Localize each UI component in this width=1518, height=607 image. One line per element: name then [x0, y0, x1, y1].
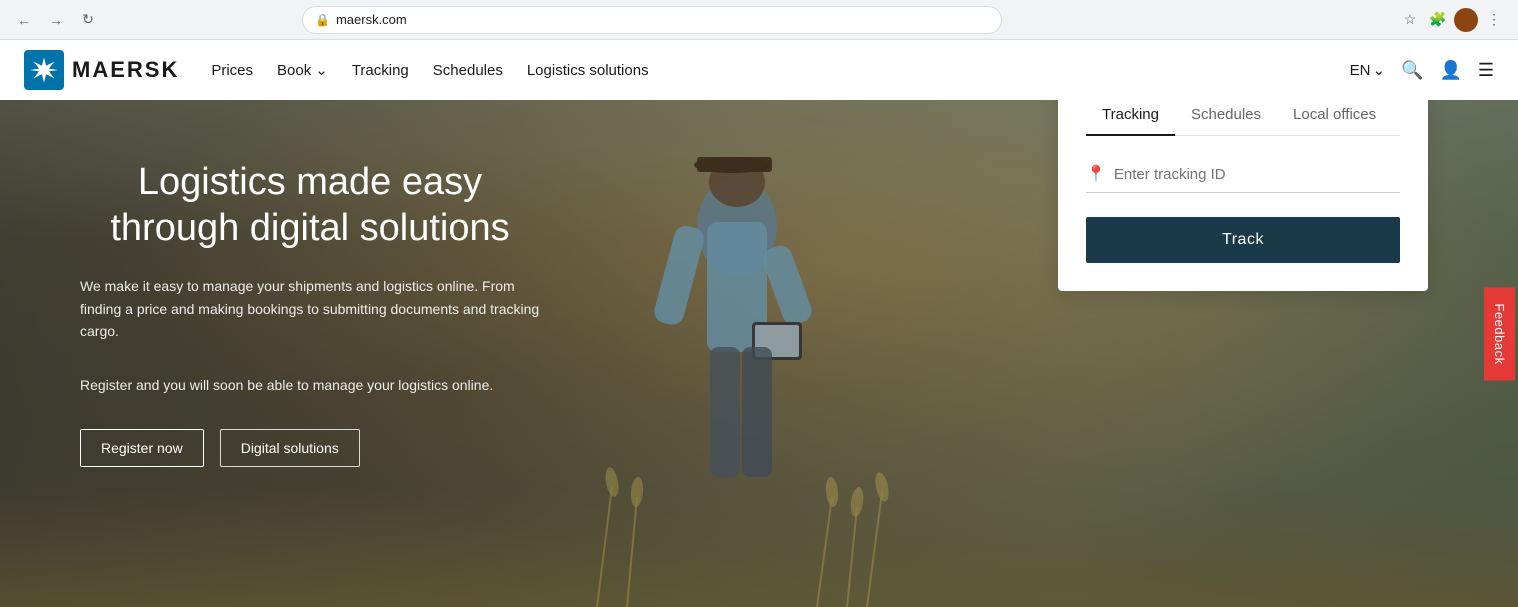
browser-chrome: ← → ↻ 🔒 maersk.com ☆ 🧩 ⋮ [0, 0, 1518, 40]
back-button[interactable]: ← [12, 8, 36, 32]
tab-local-offices[interactable]: Local offices [1277, 98, 1392, 135]
digital-solutions-button[interactable]: Digital solutions [220, 429, 360, 467]
tracking-card: Tracking Schedules Local offices 📍 Track [1058, 70, 1428, 291]
profile-avatar [1454, 8, 1478, 32]
browser-actions: ☆ 🧩 ⋮ [1398, 8, 1506, 32]
tracking-id-input[interactable] [1114, 166, 1400, 183]
lock-icon: 🔒 [315, 13, 330, 27]
nav-links: Prices Book ⌄ Tracking Schedules Logisti… [211, 61, 1317, 79]
hero-buttons: Register now Digital solutions [80, 429, 540, 467]
track-button[interactable]: Track [1086, 217, 1400, 263]
nav-book[interactable]: Book ⌄ [277, 61, 328, 79]
forward-button[interactable]: → [44, 8, 68, 32]
user-profile-icon[interactable] [1454, 8, 1478, 32]
feedback-button[interactable]: Feedback [1484, 287, 1515, 380]
hero-title: Logistics made easythrough digital solut… [80, 160, 540, 251]
hero-description: We make it easy to manage your shipments… [80, 275, 540, 342]
hero-text: Logistics made easythrough digital solut… [80, 160, 540, 467]
nav-logistics[interactable]: Logistics solutions [527, 62, 649, 79]
nav-prices[interactable]: Prices [211, 62, 253, 79]
user-button[interactable]: 👤 [1439, 60, 1461, 81]
language-selector[interactable]: EN ⌄ [1350, 61, 1385, 79]
tracking-input-container: 📍 [1086, 164, 1400, 193]
register-now-button[interactable]: Register now [80, 429, 204, 467]
refresh-button[interactable]: ↻ [76, 8, 100, 32]
tab-tracking[interactable]: Tracking [1086, 98, 1175, 135]
maersk-star-logo [24, 50, 64, 90]
location-icon: 📍 [1086, 164, 1106, 184]
nav-schedules[interactable]: Schedules [433, 62, 503, 79]
navbar: MAERSK Prices Book ⌄ Tracking Schedules … [0, 40, 1518, 100]
bookmark-icon[interactable]: ☆ [1398, 8, 1422, 32]
url-text: maersk.com [336, 12, 407, 27]
extensions-icon[interactable]: 🧩 [1426, 8, 1450, 32]
logo-container[interactable]: MAERSK [24, 50, 179, 90]
address-bar[interactable]: 🔒 maersk.com [302, 6, 1002, 34]
maersk-logo-text: MAERSK [72, 57, 179, 83]
menu-button[interactable]: ☰ [1478, 60, 1494, 81]
lang-chevron-icon: ⌄ [1372, 61, 1385, 79]
book-chevron-icon: ⌄ [315, 61, 328, 79]
search-button[interactable]: 🔍 [1401, 60, 1423, 81]
more-options-icon[interactable]: ⋮ [1482, 8, 1506, 32]
tracking-tabs: Tracking Schedules Local offices [1086, 98, 1400, 136]
hero-secondary-description: Register and you will soon be able to ma… [80, 374, 540, 396]
tab-schedules[interactable]: Schedules [1175, 98, 1277, 135]
nav-right: EN ⌄ 🔍 👤 ☰ [1350, 60, 1494, 81]
page-wrapper: MAERSK Prices Book ⌄ Tracking Schedules … [0, 40, 1518, 607]
nav-tracking[interactable]: Tracking [352, 62, 409, 79]
